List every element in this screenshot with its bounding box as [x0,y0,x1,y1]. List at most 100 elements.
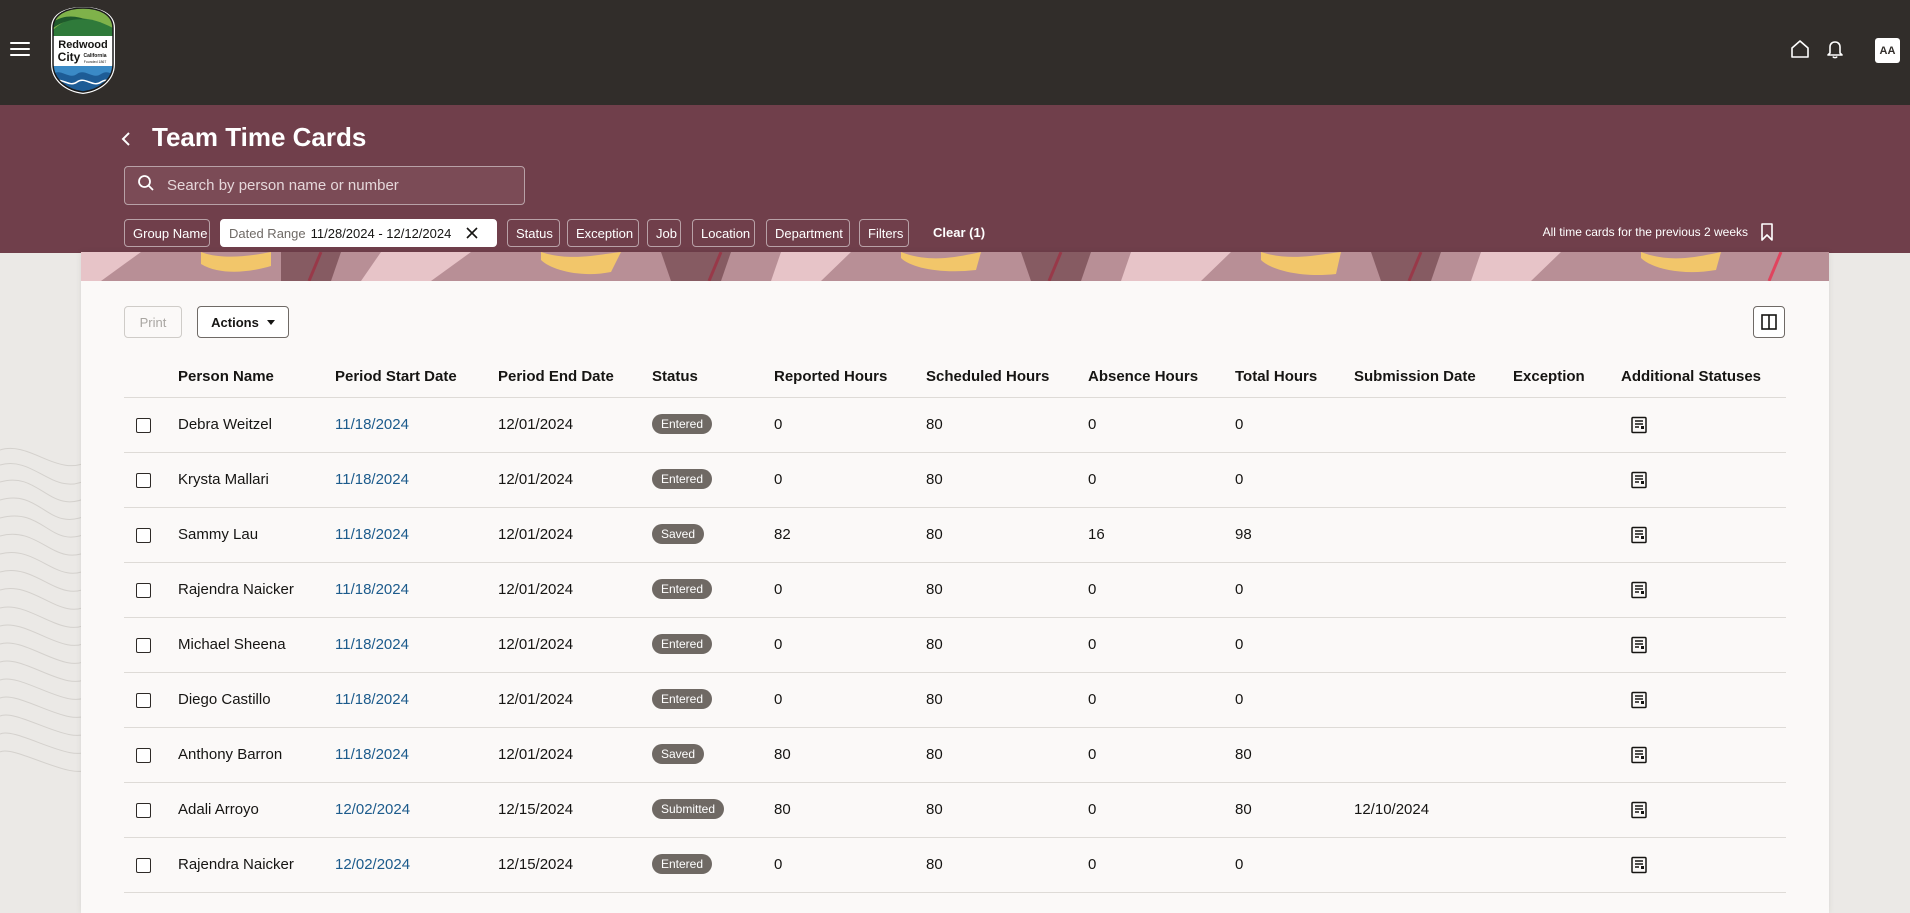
cell-reported-hours: 0 [774,416,783,433]
cell-absence-hours: 0 [1088,636,1097,653]
cell-period-end: 12/01/2024 [498,471,574,488]
page-title: Team Time Cards [152,122,367,152]
additional-statuses-icon[interactable] [1630,471,1648,489]
cell-period-start[interactable]: 11/18/2024 [335,416,409,433]
columns-icon[interactable] [1753,306,1785,338]
status-badge: Entered [652,854,713,874]
additional-statuses-icon[interactable] [1630,581,1648,599]
chip-exception[interactable]: Exception [567,219,639,247]
cell-total-hours: 0 [1235,581,1244,598]
additional-statuses-icon[interactable] [1630,416,1648,434]
row-checkbox[interactable] [136,693,151,708]
chip-status[interactable]: Status [507,219,560,247]
row-checkbox[interactable] [136,528,151,543]
additional-statuses-icon[interactable] [1630,801,1648,819]
additional-statuses-icon[interactable] [1630,691,1648,709]
table-row[interactable]: Debra Weitzel 11/18/2024 12/01/2024 0 80 0 0 En… [124,398,1786,453]
status-badge: Entered [652,634,713,654]
bookmark-icon[interactable] [1760,222,1774,242]
chip-group-name-label: Group Name [133,225,208,241]
close-icon[interactable] [465,226,479,240]
additional-statuses-icon[interactable] [1630,636,1648,654]
actions-button-label: Actions [211,314,259,330]
col-period-start[interactable]: Period Start Date [335,368,457,385]
additional-statuses-icon[interactable] [1630,856,1648,874]
bell-icon[interactable] [1822,36,1848,62]
additional-statuses-icon[interactable] [1630,526,1648,544]
table-row[interactable]: Michael Sheena 11/18/2024 12/01/2024 0 80 0 0 E… [124,618,1786,673]
logo-text-line2: City [58,50,81,64]
cell-scheduled-hours: 80 [926,471,943,488]
table-row[interactable]: Anthony Barron 11/18/2024 12/01/2024 80 80 0 8… [124,728,1786,783]
home-icon[interactable] [1787,36,1813,62]
table-row[interactable]: Krysta Mallari 11/18/2024 12/01/2024 0 80 0 0 E… [124,453,1786,508]
chip-dated-range-value: 11/28/2024 - 12/12/2024 [310,225,452,241]
row-checkbox[interactable] [136,858,151,873]
chip-location[interactable]: Location [692,219,755,247]
col-exception[interactable]: Exception [1513,368,1585,385]
print-button[interactable]: Print [124,306,182,338]
table-row[interactable]: Rajendra Naicker 12/02/2024 12/15/2024 0 80 0… [124,838,1786,893]
row-checkbox[interactable] [136,583,151,598]
col-total[interactable]: Total Hours [1235,368,1317,385]
cell-period-start[interactable]: 11/18/2024 [335,746,409,763]
cell-period-start[interactable]: 11/18/2024 [335,581,409,598]
cell-period-start[interactable]: 12/02/2024 [335,801,410,818]
table-row[interactable]: Adali Arroyo 12/02/2024 12/15/2024 80 80 0 80 1… [124,783,1786,838]
chip-department-label: Department [775,225,843,241]
cell-scheduled-hours: 80 [926,691,943,708]
clear-filters-link[interactable]: Clear (1) [933,225,985,240]
chip-group-name[interactable]: Group Name [124,219,210,247]
print-button-label: Print [139,314,167,330]
cell-period-start[interactable]: 11/18/2024 [335,691,409,708]
chip-department[interactable]: Department [766,219,850,247]
status-badge: Submitted [652,799,725,819]
cell-scheduled-hours: 80 [926,746,943,763]
cell-period-end: 12/01/2024 [498,526,574,543]
cell-period-start[interactable]: 11/18/2024 [335,636,409,653]
row-checkbox[interactable] [136,473,151,488]
chip-dated-range[interactable]: Dated Range 11/28/2024 - 12/12/2024 [220,219,497,247]
col-person-name[interactable]: Person Name [178,368,274,385]
cell-total-hours: 0 [1235,636,1244,653]
cell-reported-hours: 80 [774,746,791,763]
row-checkbox[interactable] [136,418,151,433]
table-row[interactable]: Sammy Lau 11/18/2024 12/01/2024 82 80 16 98 Sav… [124,508,1786,563]
additional-statuses-icon[interactable] [1630,746,1648,764]
actions-button[interactable]: Actions [197,306,289,338]
cell-total-hours: 80 [1235,746,1252,763]
cell-person-name: Michael Sheena [178,636,286,653]
chip-filters[interactable]: Filters [859,219,909,247]
cell-total-hours: 0 [1235,691,1244,708]
cell-total-hours: 0 [1235,416,1244,433]
row-checkbox[interactable] [136,748,151,763]
chip-status-label: Status [516,225,553,241]
col-reported[interactable]: Reported Hours [774,368,887,385]
user-avatar[interactable]: AA [1875,38,1900,63]
row-checkbox[interactable] [136,803,151,818]
col-submission[interactable]: Submission Date [1354,368,1476,385]
time-cards-table: Person Name Period Start Date Period End… [124,358,1786,893]
col-status[interactable]: Status [652,368,698,385]
col-additional-statuses[interactable]: Additional Statuses [1621,368,1761,385]
table-row[interactable]: Diego Castillo 11/18/2024 12/01/2024 0 80 0 0 E… [124,673,1786,728]
search-field[interactable] [124,166,525,205]
status-badge: Entered [652,414,713,434]
col-scheduled[interactable]: Scheduled Hours [926,368,1049,385]
back-icon[interactable] [120,128,136,150]
redwood-city-logo[interactable]: Redwood City California Founded 1867 [47,6,119,94]
chip-job[interactable]: Job [647,219,681,247]
col-absence[interactable]: Absence Hours [1088,368,1198,385]
cell-period-start[interactable]: 11/18/2024 [335,471,409,488]
col-period-end[interactable]: Period End Date [498,368,614,385]
cell-period-start[interactable]: 11/18/2024 [335,526,409,543]
cell-person-name: Rajendra Naicker [178,856,294,873]
cell-period-start[interactable]: 12/02/2024 [335,856,410,873]
row-checkbox[interactable] [136,638,151,653]
search-input[interactable] [167,177,507,194]
table-row[interactable]: Rajendra Naicker 11/18/2024 12/01/2024 0 80 0… [124,563,1786,618]
status-badge: Saved [652,744,705,764]
chip-filters-label: Filters [868,225,904,241]
menu-icon[interactable] [10,42,30,58]
cell-scheduled-hours: 80 [926,526,943,543]
